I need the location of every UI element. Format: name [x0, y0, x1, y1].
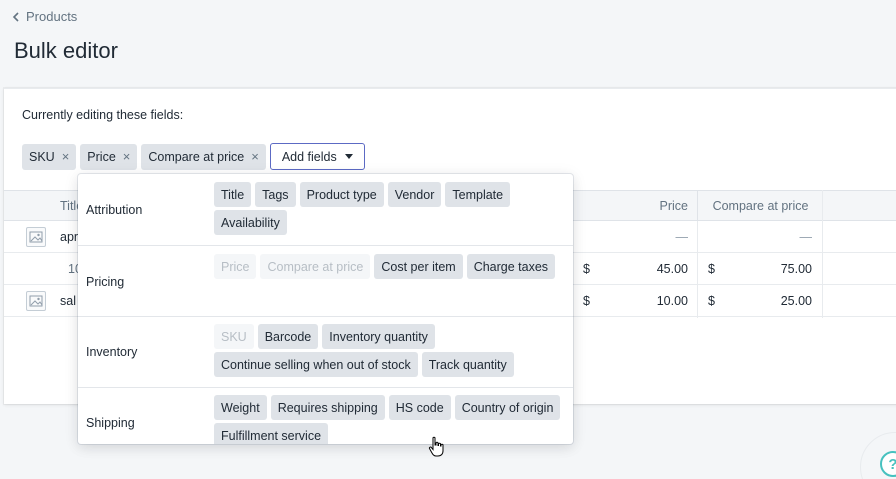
- field-chip-inventory-quantity[interactable]: Inventory quantity: [322, 324, 435, 349]
- field-chip-continue-selling[interactable]: Continue selling when out of stock: [214, 352, 418, 377]
- remove-tag-icon[interactable]: ×: [123, 150, 131, 163]
- field-chip-template[interactable]: Template: [445, 182, 511, 207]
- field-chip-hs-code[interactable]: HS code: [388, 395, 451, 420]
- remove-tag-icon[interactable]: ×: [62, 150, 70, 163]
- chip-group: Title Tags Product type Vendor Template …: [214, 182, 564, 235]
- editing-fields-label: Currently editing these fields:: [22, 108, 184, 122]
- field-tag-label: SKU: [29, 149, 55, 164]
- field-chip-barcode[interactable]: Barcode: [257, 324, 319, 349]
- column-header-compare-at-price[interactable]: Compare at price: [697, 190, 823, 221]
- field-chip-country-of-origin[interactable]: Country of origin: [454, 395, 561, 420]
- compare-price-cell: —: [799, 230, 813, 244]
- section-label: Attribution: [86, 203, 143, 217]
- field-chip-product-type[interactable]: Product type: [299, 182, 384, 207]
- compare-currency: $: [708, 294, 715, 308]
- section-inventory: Inventory SKU Barcode Inventory quantity…: [78, 317, 573, 388]
- field-chip-sku: SKU: [214, 324, 254, 349]
- add-fields-popover: Attribution Title Tags Product type Vend…: [78, 174, 573, 444]
- product-title[interactable]: apr: [60, 230, 78, 244]
- field-chip-fulfillment-service[interactable]: Fulfillment service: [214, 423, 329, 444]
- price-input[interactable]: 10.00: [624, 294, 688, 308]
- chip-group: Price Compare at price Cost per item Cha…: [214, 254, 564, 279]
- section-attribution: Attribution Title Tags Product type Vend…: [78, 174, 573, 246]
- field-chip-availability[interactable]: Availability: [214, 210, 287, 235]
- field-chip-compare-at-price: Compare at price: [260, 254, 371, 279]
- remove-tag-icon[interactable]: ×: [251, 150, 259, 163]
- product-title[interactable]: sal: [60, 294, 76, 308]
- column-header-price[interactable]: Price: [616, 199, 688, 213]
- column-divider: [822, 190, 823, 318]
- field-chip-price: Price: [214, 254, 257, 279]
- field-tag-label: Price: [87, 149, 116, 164]
- caret-down-icon: [344, 154, 353, 159]
- section-label: Pricing: [86, 275, 125, 289]
- image-placeholder-icon: [26, 227, 46, 247]
- breadcrumb-label: Products: [26, 9, 78, 24]
- breadcrumb-back-link[interactable]: Products: [12, 9, 77, 24]
- price-cell: —: [675, 230, 689, 244]
- field-tag-sku: SKU ×: [22, 143, 77, 170]
- section-shipping: Shipping Weight Requires shipping HS cod…: [78, 388, 573, 444]
- section-label: Shipping: [86, 416, 135, 430]
- field-tag-price: Price ×: [80, 143, 138, 170]
- compare-price-input[interactable]: 25.00: [764, 294, 812, 308]
- price-input[interactable]: 45.00: [624, 262, 688, 276]
- chip-group: SKU Barcode Inventory quantity Continue …: [214, 324, 564, 377]
- section-pricing: Pricing Price Compare at price Cost per …: [78, 246, 573, 317]
- add-fields-button[interactable]: Add fields: [269, 143, 365, 170]
- field-tag-compare-at-price: Compare at price ×: [141, 143, 266, 170]
- price-currency: $: [583, 262, 590, 276]
- section-label: Inventory: [86, 345, 138, 359]
- page-title: Bulk editor: [14, 38, 118, 63]
- column-divider: [697, 221, 698, 318]
- compare-price-input[interactable]: 75.00: [764, 262, 812, 276]
- field-chip-charge-taxes[interactable]: Charge taxes: [466, 254, 556, 279]
- editing-fields-tags: SKU × Price × Compare at price × Add fie…: [22, 143, 365, 170]
- field-chip-track-quantity[interactable]: Track quantity: [421, 352, 514, 377]
- add-fields-label: Add fields: [281, 149, 337, 164]
- field-tag-label: Compare at price: [148, 149, 245, 164]
- field-chip-tags[interactable]: Tags: [255, 182, 296, 207]
- field-chip-weight[interactable]: Weight: [214, 395, 267, 420]
- chip-group: Weight Requires shipping HS code Country…: [214, 395, 564, 444]
- field-chip-vendor[interactable]: Vendor: [387, 182, 442, 207]
- image-placeholder-icon: [26, 291, 46, 311]
- field-chip-cost-per-item[interactable]: Cost per item: [374, 254, 463, 279]
- field-chip-requires-shipping[interactable]: Requires shipping: [270, 395, 385, 420]
- compare-currency: $: [708, 262, 715, 276]
- price-currency: $: [583, 294, 590, 308]
- hand-pointer-icon: [428, 436, 444, 457]
- field-chip-title[interactable]: Title: [214, 182, 252, 207]
- chevron-left-icon: [12, 11, 19, 22]
